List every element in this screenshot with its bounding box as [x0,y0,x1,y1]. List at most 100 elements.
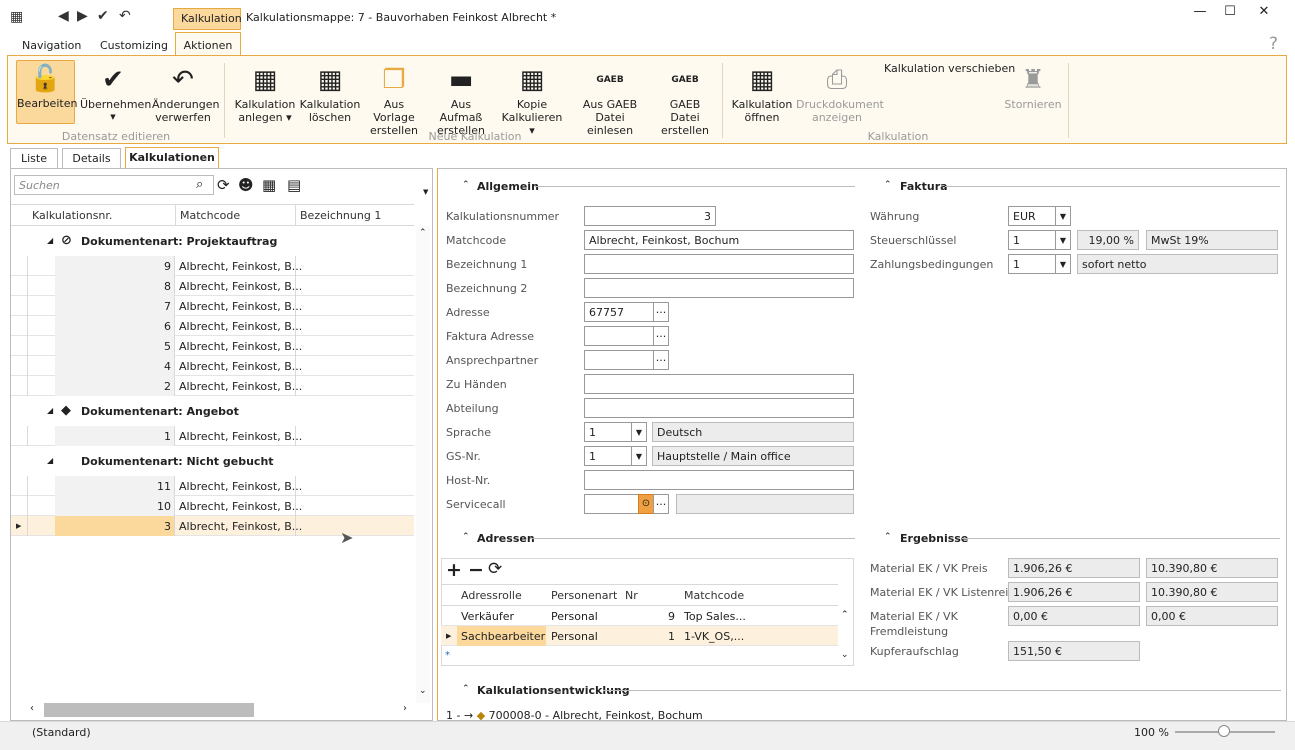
adressen-scroll-down-icon[interactable]: ⌄ [841,650,849,660]
uebernehmen-button[interactable]: ✔ Übernehmen ▼ [80,62,151,124]
forward-icon[interactable]: ▶ [77,8,88,24]
kopie-kalkulieren-button[interactable]: ▦ Kopie Kalkulieren ▾ [498,62,566,137]
table-row[interactable]: 11 Albrecht, Feinkost, B... [11,476,414,496]
tab-liste[interactable]: Liste [10,148,58,168]
table-row[interactable]: ▶ Sachbearbeiter Personal 1 1-VK_OS,... [441,626,838,646]
zoom-slider-thumb[interactable] [1218,725,1230,737]
header-matchcode-adr[interactable]: Matchcode [684,589,744,602]
kalkulationsnummer-field[interactable]: 3 [584,206,716,226]
zahlung-dropdown-icon[interactable]: ▼ [1055,254,1071,274]
kalkulation-oeffnen-button[interactable]: ▦ Kalkulation öffnen [731,62,793,124]
group-row[interactable]: ◢ ⊘ Dokumentenart: Projektauftrag [11,227,414,255]
collapse-entwicklung-icon[interactable]: ⌃ [462,684,470,694]
horizontal-scrollbar-thumb[interactable] [44,703,254,717]
collapse-allgemein-icon[interactable]: ⌃ [462,180,470,190]
zu-haenden-field[interactable] [584,374,854,394]
stornieren-button[interactable]: ♜ Stornieren [1004,62,1062,111]
table-row[interactable]: 10 Albrecht, Feinkost, B... [11,496,414,516]
back-icon[interactable]: ◀ [58,8,69,24]
header-nr[interactable]: Nr [625,589,638,602]
vertical-scrollbar[interactable] [416,226,430,703]
adressen-scroll-up-icon[interactable]: ⌃ [841,610,849,620]
bezeichnung2-field[interactable] [584,278,854,298]
sprache-select[interactable]: 1 [584,422,632,442]
servicecall-field[interactable] [584,494,640,514]
ansprechpartner-lookup-button[interactable]: ... [653,350,669,370]
bearbeiten-button[interactable]: 🔓 Bearbeiten [16,60,77,124]
gaeb-datei-erstellen-button[interactable]: GAEB GAEB Datei erstellen [654,62,716,137]
faktura-adresse-lookup-button[interactable]: ... [653,326,669,346]
zahlung-select[interactable]: 1 [1008,254,1056,274]
group-toggle-icon[interactable]: ◢ [47,456,53,465]
sprache-dropdown-icon[interactable]: ▼ [631,422,647,442]
adresse-field[interactable]: 67757 [584,302,654,322]
add-icon[interactable]: + [446,559,462,581]
aus-vorlage-button[interactable]: ❐ Aus Vorlage erstellen [363,62,425,137]
group-toggle-icon[interactable]: ◢ [47,236,53,245]
table-row[interactable]: 9 Albrecht, Feinkost, B... [11,256,414,276]
filter-grid-icon[interactable]: ▦ [262,176,276,194]
servicecall-lookup-button[interactable]: ... [653,494,669,514]
kalkulation-verschieben-button[interactable]: Kalkulation verschieben [884,62,1015,75]
table-row[interactable]: 4 Albrecht, Feinkost, B... [11,356,414,376]
collapse-adressen-icon[interactable]: ⌃ [462,532,470,542]
scroll-up-icon[interactable]: ⌃ [419,228,427,238]
dropdown-icon[interactable]: ▼ [423,188,428,196]
collapse-ergebnisse-icon[interactable]: ⌃ [884,532,892,542]
header-personenart[interactable]: Personenart [551,589,617,602]
header-bezeichnung[interactable]: Bezeichnung 1 [300,209,381,222]
table-row[interactable]: Verkäufer Personal 9 Top Sales... [441,606,838,626]
save-check-icon[interactable]: ✔ [97,8,109,24]
maximize-icon[interactable]: ☐ [1216,4,1244,19]
kalkulation-anlegen-button[interactable]: ▦ Kalkulation anlegen ▾ [234,62,296,124]
scroll-left-icon[interactable]: ‹ [30,703,34,714]
help-icon[interactable]: ? [1269,34,1278,54]
table-row[interactable]: ▶ 3 Albrecht, Feinkost, B... [11,516,414,536]
ansprechpartner-field[interactable] [584,350,654,370]
group-row[interactable]: ◢ Dokumentenart: Nicht gebucht [11,447,414,475]
user-icon[interactable]: ☻ [238,176,254,194]
context-tab-kalkulation[interactable]: Kalkulation [173,8,242,30]
tab-aktionen[interactable]: Aktionen [175,32,241,56]
scroll-right-icon[interactable]: › [403,703,407,714]
steuer-dropdown-icon[interactable]: ▼ [1055,230,1071,250]
group-row[interactable]: ◢ ◆ Dokumentenart: Angebot [11,397,414,425]
refresh-icon[interactable]: ⟳ [217,176,230,194]
druckdokument-anzeigen-button[interactable]: ⎙ Druckdokument anzeigen [796,62,884,124]
search-input[interactable]: Suchen [14,175,214,195]
table-row[interactable]: 6 Albrecht, Feinkost, B... [11,316,414,336]
undo-icon[interactable]: ↶ [119,8,131,24]
matchcode-field[interactable]: Albrecht, Feinkost, Bochum [584,230,854,250]
bezeichnung1-field[interactable] [584,254,854,274]
tab-details[interactable]: Details [62,148,121,168]
group-toggle-icon[interactable]: ◢ [47,406,53,415]
aus-gaeb-datei-button[interactable]: GAEB Aus GAEB Datei einlesen [570,62,650,137]
aus-aufmass-button[interactable]: ▬ Aus Aufmaß erstellen [429,62,493,137]
waehrung-select[interactable]: EUR [1008,206,1056,226]
gsnr-select[interactable]: 1 [584,446,632,466]
table-row[interactable]: 8 Albrecht, Feinkost, B... [11,276,414,296]
tab-navigation[interactable]: Navigation [22,35,81,55]
host-nr-field[interactable] [584,470,854,490]
close-icon[interactable]: ✕ [1250,4,1278,19]
new-row[interactable]: * [441,646,838,666]
filter-list-icon[interactable]: ▤ [287,176,301,194]
servicecall-icon[interactable]: ⊙ [638,494,654,514]
gsnr-dropdown-icon[interactable]: ▼ [631,446,647,466]
abteilung-field[interactable] [584,398,854,418]
tab-kalkulationen[interactable]: Kalkulationen [125,147,219,169]
table-row[interactable]: 7 Albrecht, Feinkost, B... [11,296,414,316]
kalkulation-loeschen-button[interactable]: ▦ Kalkulation löschen [299,62,361,124]
scroll-down-icon[interactable]: ⌄ [419,686,427,696]
header-matchcode[interactable]: Matchcode [180,209,240,222]
table-row[interactable]: 1 Albrecht, Feinkost, B... [11,426,414,446]
collapse-faktura-icon[interactable]: ⌃ [884,180,892,190]
steuer-select[interactable]: 1 [1008,230,1056,250]
header-adressrolle[interactable]: Adressrolle [461,589,522,602]
header-kalkulationsnr[interactable]: Kalkulationsnr. [32,209,112,222]
refresh-adressen-icon[interactable]: ⟳ [488,559,502,579]
tab-customizing[interactable]: Customizing [100,35,168,55]
search-icon[interactable]: ⌕ [196,177,203,192]
faktura-adresse-field[interactable] [584,326,654,346]
table-row[interactable]: 5 Albrecht, Feinkost, B... [11,336,414,356]
